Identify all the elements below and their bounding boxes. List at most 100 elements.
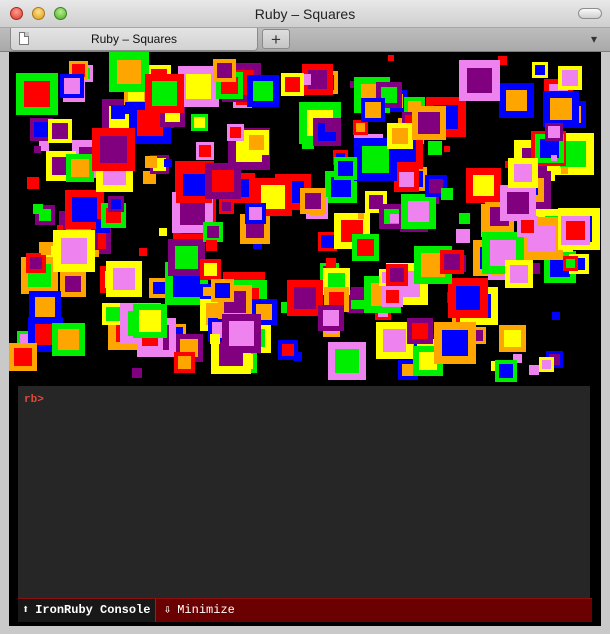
inner-square xyxy=(34,122,49,137)
inner-square xyxy=(71,159,89,177)
inner-square xyxy=(113,268,135,290)
inner-square xyxy=(566,221,585,240)
inner-square xyxy=(72,197,97,222)
inner-square xyxy=(186,74,211,99)
inner-square xyxy=(58,329,79,350)
square xyxy=(388,55,394,61)
square xyxy=(552,312,560,320)
inner-square xyxy=(294,287,316,309)
inner-square xyxy=(383,329,406,352)
square xyxy=(326,258,336,268)
tab-ruby-squares[interactable]: Ruby – Squares xyxy=(10,28,258,51)
inner-square xyxy=(217,63,232,78)
square xyxy=(551,155,557,161)
toolbar-toggle-button[interactable] xyxy=(578,8,602,19)
inner-square xyxy=(514,164,532,182)
inner-square xyxy=(444,254,460,270)
square xyxy=(125,102,137,114)
inner-square xyxy=(30,257,42,269)
inner-square xyxy=(473,175,494,196)
square xyxy=(529,365,539,375)
square xyxy=(132,368,142,378)
square xyxy=(206,240,217,251)
square xyxy=(390,214,399,223)
console-tab-button[interactable]: ⬆ IronRuby Console xyxy=(18,599,156,622)
inner-square xyxy=(139,310,161,332)
inner-square xyxy=(65,276,81,292)
inner-square xyxy=(183,174,205,196)
inner-square xyxy=(222,202,231,211)
inner-square xyxy=(499,364,513,378)
inner-square xyxy=(442,330,468,356)
inner-square xyxy=(506,90,527,111)
inner-square xyxy=(61,238,87,264)
inner-square xyxy=(335,349,359,373)
inner-square xyxy=(365,102,381,118)
inner-square xyxy=(52,123,68,139)
square xyxy=(325,121,336,132)
inner-square xyxy=(175,246,198,269)
window-titlebar: Ruby – Squares xyxy=(0,0,610,28)
inner-square xyxy=(35,297,55,317)
inner-square xyxy=(100,136,127,163)
square xyxy=(456,229,470,243)
inner-square xyxy=(504,330,521,347)
inner-square xyxy=(362,146,389,173)
square xyxy=(441,188,453,200)
square xyxy=(302,137,314,149)
inner-square xyxy=(64,78,80,94)
inner-square xyxy=(249,207,262,220)
up-arrow-icon: ⬆ xyxy=(22,603,30,617)
inner-square xyxy=(212,170,234,192)
inner-square xyxy=(521,220,534,233)
square xyxy=(34,146,41,153)
inner-square xyxy=(203,287,212,296)
inner-square xyxy=(194,117,205,128)
inner-square xyxy=(323,310,339,326)
square xyxy=(33,204,43,214)
inner-square xyxy=(137,110,163,136)
minimize-console-button[interactable]: ⇩ Minimize xyxy=(164,599,235,622)
inner-square xyxy=(507,192,529,214)
inner-square xyxy=(566,259,575,268)
inner-square xyxy=(357,239,374,256)
inner-square xyxy=(204,263,217,276)
inner-square xyxy=(418,112,440,134)
inner-square xyxy=(321,235,334,248)
inner-square xyxy=(386,290,399,303)
square xyxy=(358,213,364,219)
inner-square xyxy=(215,283,230,298)
tab-label: Ruby – Squares xyxy=(90,32,178,46)
inner-square xyxy=(429,179,443,193)
square xyxy=(164,159,172,167)
inner-square xyxy=(338,161,353,176)
square xyxy=(27,177,39,189)
square xyxy=(41,245,51,255)
inner-square xyxy=(510,265,528,283)
inner-square xyxy=(402,364,414,376)
tab-strip: Ruby – Squares + ▾ xyxy=(0,28,610,52)
down-arrow-icon: ⇩ xyxy=(164,603,172,617)
square xyxy=(159,228,167,236)
console-bar: ⬆ IronRuby Console ⇩ Minimize xyxy=(18,598,592,622)
menu-icon[interactable]: ▾ xyxy=(586,32,602,46)
square xyxy=(351,287,364,300)
inner-square xyxy=(456,286,480,310)
inner-square xyxy=(535,65,545,75)
square xyxy=(459,213,470,224)
inner-square xyxy=(230,127,241,138)
inner-square xyxy=(111,199,121,209)
square xyxy=(428,141,442,155)
square xyxy=(145,156,157,168)
inner-square xyxy=(412,323,428,339)
new-tab-button[interactable]: + xyxy=(262,29,290,49)
squares-canvas xyxy=(9,52,600,382)
square xyxy=(444,146,450,152)
ironruby-console[interactable]: rb> xyxy=(18,386,590,604)
inner-square xyxy=(305,193,321,209)
inner-square xyxy=(199,145,211,157)
inner-square xyxy=(562,70,578,86)
inner-square xyxy=(467,68,492,93)
inner-square xyxy=(548,126,560,138)
console-prompt: rb> xyxy=(24,394,44,406)
